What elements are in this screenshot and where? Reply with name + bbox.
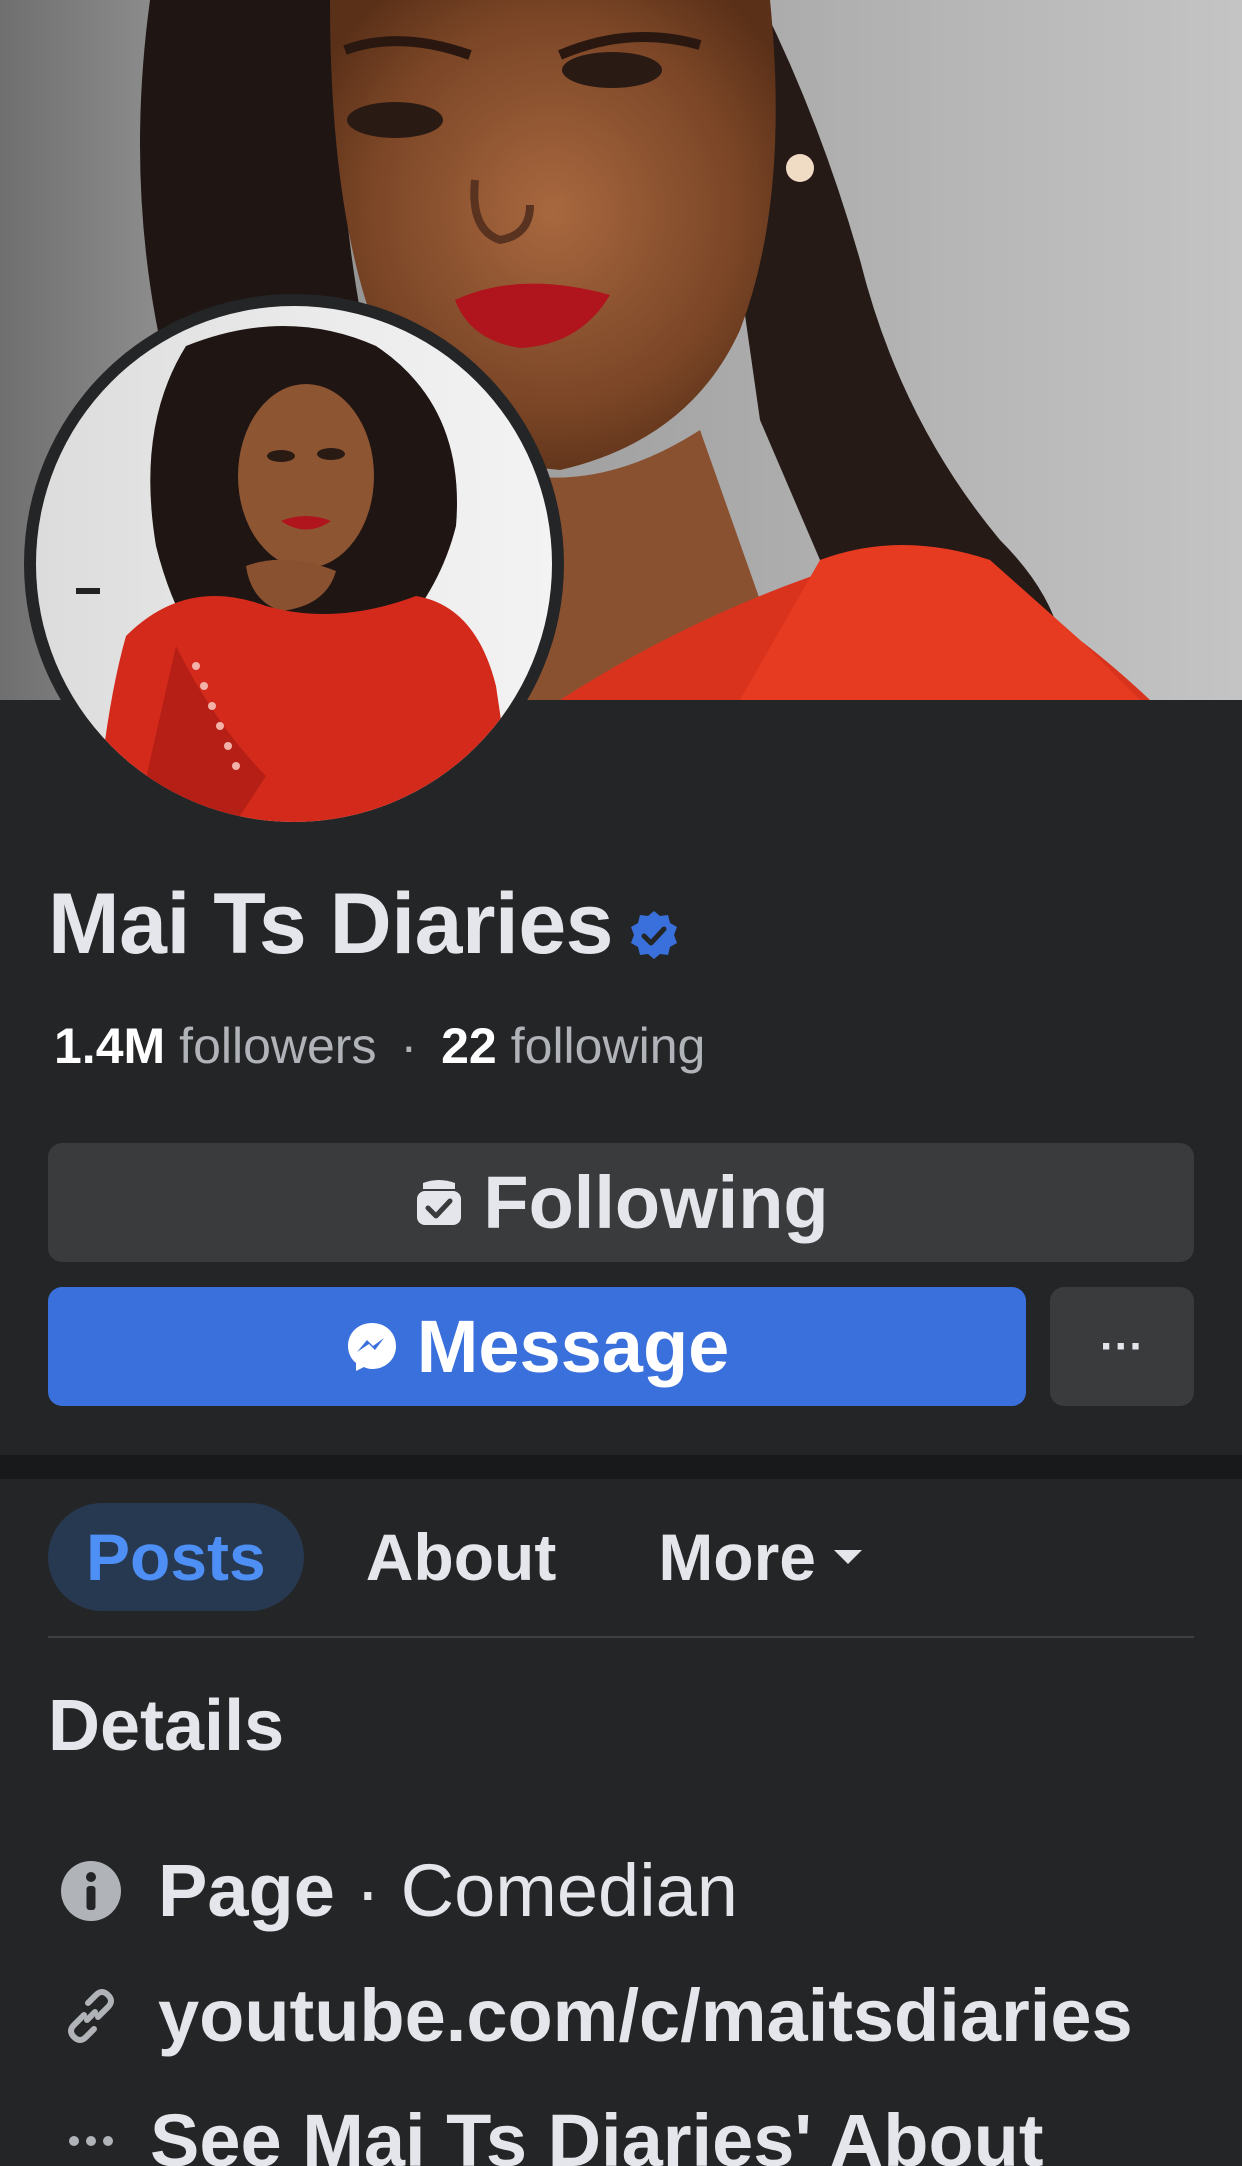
- verified-badge-icon: [630, 910, 677, 959]
- message-button[interactable]: Message: [48, 1287, 1026, 1406]
- info-icon: [56, 1856, 126, 1926]
- details-heading: Details: [48, 1686, 285, 1766]
- detail-see-about[interactable]: See Mai Ts Diaries' About: [56, 2098, 1044, 2166]
- page-type-value: Comedian: [400, 1849, 738, 1932]
- profile-tabs: Posts About More: [48, 1503, 863, 1611]
- name-row: Mai Ts Diaries: [48, 875, 681, 974]
- see-about-text[interactable]: See Mai Ts Diaries' About: [150, 2098, 1044, 2166]
- more-dots-icon: [56, 2106, 126, 2166]
- tab-more-label: More: [658, 1520, 817, 1594]
- more-options-button[interactable]: ···: [1050, 1287, 1194, 1406]
- section-divider: [0, 1455, 1242, 1479]
- avatar-image: [36, 306, 552, 822]
- tab-more[interactable]: More: [658, 1519, 863, 1595]
- more-dots-icon: ···: [1100, 1321, 1144, 1371]
- detail-page-type: Page · Comedian: [56, 1848, 738, 1933]
- detail-website-link[interactable]: youtube.com/c/maitsdiaries: [56, 1973, 1133, 2058]
- message-label-text: Message: [416, 1305, 730, 1388]
- page-title: Mai Ts Diaries: [48, 876, 613, 972]
- tabs-divider: [48, 1636, 1194, 1638]
- tab-posts[interactable]: Posts: [48, 1503, 304, 1611]
- tab-about[interactable]: About: [366, 1519, 557, 1595]
- following-check-icon: [417, 1179, 462, 1225]
- messenger-icon: [347, 1322, 396, 1371]
- caret-down-icon: [834, 1550, 863, 1564]
- website-link-text[interactable]: youtube.com/c/maitsdiaries: [158, 1973, 1133, 2058]
- stats-separator: ·: [400, 1018, 418, 1074]
- followers-label[interactable]: followers: [179, 1017, 376, 1075]
- page-type-separator: ·: [355, 1849, 381, 1932]
- following-label[interactable]: following: [511, 1017, 706, 1075]
- link-icon: [56, 1981, 126, 2051]
- profile-page: Mai Ts Diaries 1.4M followers · 22 follo…: [0, 0, 1242, 2166]
- profile-avatar[interactable]: [24, 294, 564, 834]
- followers-count[interactable]: 1.4M: [54, 1017, 165, 1075]
- tab-posts-label: Posts: [86, 1520, 266, 1594]
- page-type-prefix: Page: [158, 1849, 335, 1932]
- follow-stats: 1.4M followers · 22 following: [54, 1017, 705, 1075]
- tab-about-label: About: [365, 1520, 557, 1594]
- following-label-text: Following: [483, 1161, 829, 1244]
- following-button[interactable]: Following: [48, 1143, 1194, 1262]
- following-count[interactable]: 22: [441, 1017, 497, 1075]
